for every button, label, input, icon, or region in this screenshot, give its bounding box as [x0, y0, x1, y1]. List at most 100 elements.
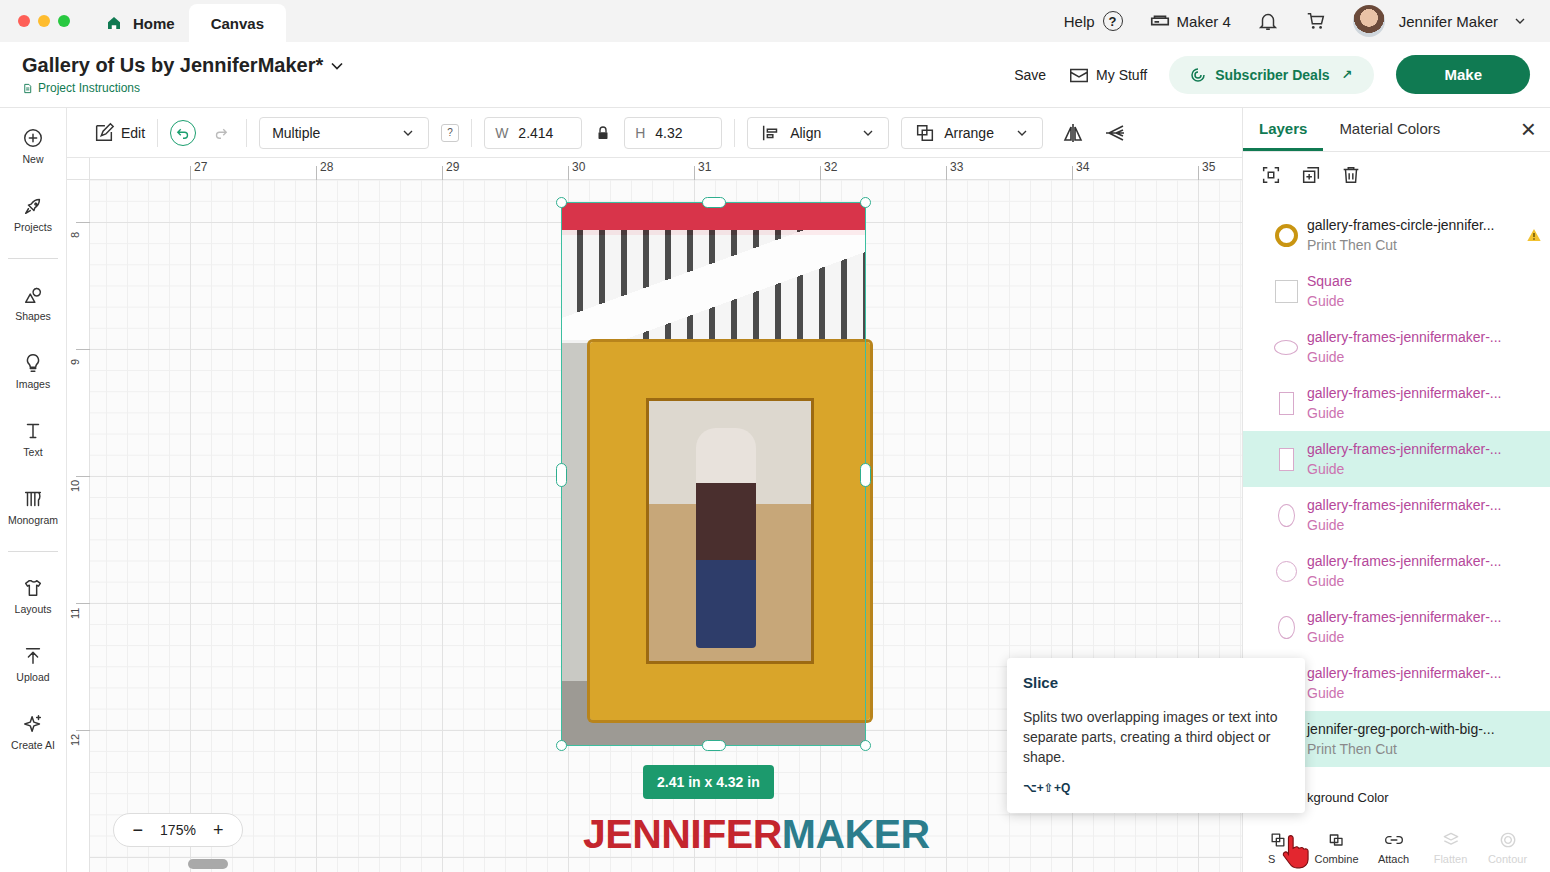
flip-icon[interactable]: [1061, 121, 1085, 145]
layer-row[interactable]: SquareGuide: [1243, 263, 1550, 319]
save-button[interactable]: Save: [1014, 67, 1046, 83]
external-link-icon: ↗: [1342, 67, 1353, 82]
layer-row[interactable]: gallery-frames-circle-jennifer...Print T…: [1243, 207, 1550, 263]
resize-handle[interactable]: [860, 197, 871, 208]
window-control[interactable]: [38, 15, 50, 27]
sidebar-item[interactable]: Shapes: [0, 269, 66, 337]
vertical-ruler: 89101112: [67, 180, 90, 872]
layer-row[interactable]: gallery-frames-jennifermaker-...Guide: [1243, 487, 1550, 543]
top-tab[interactable]: Home: [95, 4, 189, 42]
lock-icon[interactable]: [594, 124, 612, 142]
sidebar-item[interactable]: New: [0, 112, 66, 180]
layer-thumbnail: [1274, 503, 1298, 527]
close-panel-button[interactable]: ×: [1521, 108, 1550, 151]
group-icon[interactable]: [1260, 164, 1282, 186]
cart-icon[interactable]: [1305, 10, 1327, 32]
sidebar-item[interactable]: Layouts: [0, 562, 66, 630]
layer-action-button[interactable]: Attach: [1365, 830, 1422, 865]
machine-button[interactable]: Maker 4: [1149, 10, 1231, 32]
selection-box[interactable]: [561, 202, 866, 746]
ruler-label: 27: [194, 160, 207, 174]
project-instructions-link[interactable]: Project Instructions: [22, 81, 347, 95]
make-button[interactable]: Make: [1396, 55, 1530, 94]
layer-action-button[interactable]: Combine: [1308, 830, 1365, 865]
my-stuff-button[interactable]: My Stuff: [1068, 64, 1147, 86]
design-space-window: HomeCanvas Help? Maker 4 Jennifer Maker Gall…: [0, 0, 1550, 872]
project-title[interactable]: Gallery of Us by JenniferMaker*: [22, 54, 347, 77]
sidebar-item[interactable]: Create AI: [0, 698, 66, 766]
sidebar-item[interactable]: Text: [0, 405, 66, 473]
layer-row[interactable]: gallery-frames-jennifermaker-...Guide: [1243, 599, 1550, 655]
panel-tab[interactable]: Layers: [1243, 108, 1323, 151]
operation-help-button[interactable]: ?: [441, 124, 459, 142]
sidebar-item[interactable]: Images: [0, 337, 66, 405]
help-button[interactable]: Help?: [1064, 11, 1123, 31]
sidebar-group: NewProjects: [0, 108, 66, 252]
zoom-out-button[interactable]: −: [133, 821, 144, 839]
account-bar: Help? Maker 4 Jennifer Maker: [1064, 5, 1550, 37]
width-field[interactable]: W2.414: [484, 117, 582, 149]
arrange-dropdown[interactable]: Arrange: [901, 117, 1043, 149]
layer-thumbnail: [1274, 559, 1298, 583]
resize-handle[interactable]: [702, 740, 726, 751]
sidebar-item[interactable]: Upload: [0, 630, 66, 698]
edit-button[interactable]: Edit: [93, 122, 145, 144]
layer-action-button[interactable]: Contour: [1479, 830, 1536, 865]
sidebar-group: ShapesImagesTextMonogram: [0, 265, 66, 545]
layer-thumbnail: [1274, 447, 1298, 471]
zoom-value: 175%: [160, 822, 196, 838]
align-icon: [760, 122, 782, 144]
zoom-control: −175% +: [113, 813, 243, 847]
layer-row[interactable]: gallery-frames-jennifermaker-...Guide: [1243, 319, 1550, 375]
scrollbar[interactable]: [188, 859, 228, 869]
top-tab[interactable]: Canvas: [189, 4, 286, 42]
chevron-down-icon: [1014, 125, 1030, 141]
operation-dropdown[interactable]: Multiple: [259, 117, 429, 149]
resize-handle[interactable]: [860, 463, 871, 487]
layer-action-button[interactable]: Flatten: [1422, 830, 1479, 865]
panel-tab[interactable]: Material Colors: [1323, 108, 1456, 151]
undo-button[interactable]: [170, 120, 196, 146]
warning-icon[interactable]: [1526, 227, 1542, 243]
sidebar-item[interactable]: Projects: [0, 180, 66, 248]
duplicate-icon[interactable]: [1300, 164, 1322, 186]
resize-handle[interactable]: [702, 197, 726, 208]
contour-icon: [1498, 830, 1518, 850]
sidebar-item[interactable]: Monogram: [0, 473, 66, 541]
resize-handle[interactable]: [556, 197, 567, 208]
arrange-icon: [914, 122, 936, 144]
ruler-label: 29: [446, 160, 459, 174]
redo-button[interactable]: [208, 120, 234, 146]
bell-icon[interactable]: [1257, 10, 1279, 32]
ruler-label: 34: [1076, 160, 1089, 174]
resize-handle[interactable]: [556, 463, 567, 487]
resize-handle[interactable]: [556, 740, 567, 751]
window-control[interactable]: [58, 15, 70, 27]
machine-icon: [1149, 10, 1171, 32]
chevron-down-icon: [1512, 13, 1528, 29]
photo[interactable]: [561, 202, 866, 746]
layer-row[interactable]: gallery-frames-jennifermaker-...Guide: [1243, 543, 1550, 599]
layer-row[interactable]: gallery-frames-jennifermaker-...Guide: [1243, 431, 1550, 487]
size-badge: 2.41 in x 4.32 in: [643, 765, 774, 799]
trash-icon[interactable]: [1340, 164, 1362, 186]
slice-tooltip: SliceSplits two overlapping images or te…: [1007, 658, 1305, 813]
sidebar-separator: [8, 551, 58, 552]
user-menu[interactable]: Jennifer Maker: [1353, 5, 1528, 37]
ruler-label: 10: [69, 480, 81, 492]
attach-icon: [1384, 830, 1404, 850]
layer-row[interactable]: gallery-frames-jennifermaker-...Guide: [1243, 375, 1550, 431]
ruler-label: 35: [1202, 160, 1215, 174]
title-bar: HomeCanvas Help? Maker 4 Jennifer Maker: [0, 0, 1550, 42]
offset-icon[interactable]: [1103, 121, 1127, 145]
height-field[interactable]: H4.32: [624, 117, 722, 149]
layer-thumbnail: [1274, 335, 1298, 359]
zoom-in-button[interactable]: +: [213, 821, 224, 839]
subscriber-deals-button[interactable]: Subscriber Deals↗: [1169, 56, 1374, 94]
gold-frame: [590, 342, 870, 720]
window-control[interactable]: [18, 15, 30, 27]
ruler-label: 8: [69, 232, 81, 238]
sidebar-item-icon: [22, 577, 44, 599]
align-dropdown[interactable]: Align: [747, 117, 889, 149]
resize-handle[interactable]: [860, 740, 871, 751]
